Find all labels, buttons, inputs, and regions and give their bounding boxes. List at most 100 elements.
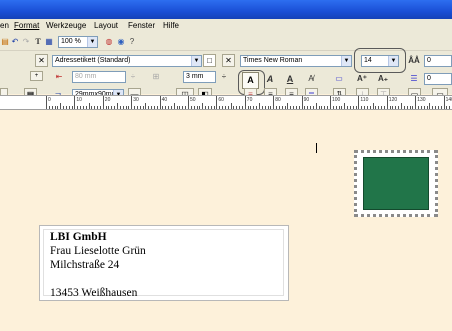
ruler-tick bbox=[159, 96, 161, 109]
width-spinner-icon[interactable]: ÷ bbox=[128, 70, 138, 83]
ruler-tick bbox=[298, 106, 300, 109]
ruler-tick bbox=[349, 106, 351, 109]
ruler-tick bbox=[210, 106, 212, 109]
image-tool-icon[interactable]: ▦ bbox=[44, 35, 54, 48]
ruler-tick bbox=[136, 106, 138, 109]
ruler-tick bbox=[284, 106, 286, 109]
text-tool-icon[interactable]: T bbox=[33, 35, 43, 48]
ruler-tick bbox=[230, 103, 232, 109]
offset-input[interactable]: 3 mm bbox=[183, 71, 216, 83]
horizontal-ruler[interactable]: 0 10 20 30 40 50 60 70 80 90 100 110 120 130 140 bbox=[0, 95, 452, 110]
undo-icon[interactable]: ↶ bbox=[10, 35, 20, 48]
menu-bar: en Format Werkzeuge Layout Fenster Hilfe bbox=[0, 19, 452, 32]
ruler-tick bbox=[65, 106, 67, 109]
ruler-tick bbox=[366, 106, 368, 109]
width-input[interactable]: 80 mm bbox=[72, 71, 126, 83]
ruler-tick bbox=[241, 106, 243, 109]
globe-icon[interactable]: ◉ bbox=[116, 35, 126, 48]
ruler-tick bbox=[94, 106, 96, 109]
ruler-tick bbox=[145, 103, 147, 109]
ruler-tick bbox=[176, 106, 178, 109]
ruler-tick bbox=[406, 106, 408, 109]
redo-icon[interactable]: ↷ bbox=[21, 35, 31, 48]
outline-text-icon[interactable]: A̸ bbox=[305, 72, 317, 85]
color-wheel-icon[interactable]: ◍ bbox=[104, 35, 114, 48]
ruler-tick bbox=[381, 106, 383, 109]
ruler-tick bbox=[423, 106, 425, 109]
superscript-icon[interactable]: A⁺ bbox=[356, 72, 368, 85]
ruler-tick bbox=[383, 106, 385, 109]
ruler-tick bbox=[321, 106, 323, 109]
ruler-tick bbox=[57, 106, 59, 109]
ruler-tick bbox=[99, 106, 101, 109]
ruler-tick bbox=[134, 106, 136, 109]
offset-spinner-icon[interactable]: ÷ bbox=[219, 70, 229, 83]
ruler-tick bbox=[270, 106, 272, 109]
ruler-tick bbox=[190, 106, 192, 109]
ruler-tick bbox=[48, 106, 50, 109]
ruler-tick bbox=[102, 96, 104, 109]
ruler-tick bbox=[352, 106, 354, 109]
ruler-tick bbox=[71, 106, 73, 109]
underline-icon[interactable]: A bbox=[284, 72, 296, 85]
ruler-tick bbox=[338, 106, 340, 109]
ruler-tick bbox=[224, 106, 226, 109]
ruler-tick bbox=[301, 96, 303, 109]
special-char-icon[interactable]: ▭ bbox=[333, 72, 345, 85]
close-format-icon[interactable]: ✕ bbox=[222, 54, 235, 67]
spacing-bottom-input[interactable]: 0 bbox=[424, 73, 452, 85]
ruler-tick bbox=[375, 106, 377, 109]
spacing-top-input[interactable]: 0 bbox=[424, 55, 452, 67]
ruler-tick bbox=[295, 106, 297, 109]
ruler-mark-label: 50 bbox=[190, 97, 196, 103]
address-city: 13453 Weißhausen bbox=[50, 287, 138, 299]
ruler-tick bbox=[364, 106, 366, 109]
line-spacing-icon[interactable]: ☰ bbox=[408, 72, 420, 85]
close-icon[interactable]: ✕ bbox=[35, 54, 48, 67]
font-size-grow-icon[interactable]: ÂÅ bbox=[408, 54, 420, 67]
subscript-icon[interactable]: A₊ bbox=[377, 72, 389, 85]
ruler-tick bbox=[386, 96, 388, 109]
font-size-highlight bbox=[354, 48, 406, 73]
menu-hilfe[interactable]: Hilfe bbox=[163, 21, 179, 30]
ruler-tick bbox=[170, 106, 172, 109]
menu-format[interactable]: Format bbox=[14, 21, 39, 30]
ruler-tick bbox=[318, 106, 320, 109]
menu-werkzeuge[interactable]: Werkzeuge bbox=[46, 21, 86, 30]
ruler-tick bbox=[139, 106, 141, 109]
ruler-tick bbox=[372, 103, 374, 109]
help-pointer-icon[interactable]: ? bbox=[127, 35, 137, 48]
label-type-select[interactable]: Adressetikett (Standard) ▼ bbox=[52, 55, 202, 67]
stamp-image[interactable] bbox=[363, 157, 429, 210]
paste-icon[interactable]: ▤ bbox=[0, 35, 10, 48]
grid-icon[interactable]: ⊞ bbox=[150, 70, 162, 83]
ruler-tick bbox=[403, 106, 405, 109]
ruler-tick bbox=[188, 96, 189, 109]
ruler-tick bbox=[205, 106, 207, 109]
ruler-tick bbox=[290, 106, 292, 109]
font-select[interactable]: Times New Roman ▼ bbox=[240, 55, 352, 67]
ruler-tick bbox=[415, 96, 417, 109]
ruler-tick bbox=[332, 106, 334, 109]
italic-icon[interactable]: A bbox=[264, 72, 276, 85]
frame-button[interactable]: □ bbox=[203, 54, 216, 67]
address-street: Milchstraße 24 bbox=[50, 259, 120, 271]
zoom-select[interactable]: 100 % ▼ bbox=[58, 36, 98, 48]
ruler-tick bbox=[239, 106, 241, 109]
ruler-tick bbox=[420, 106, 422, 109]
ruler-tick bbox=[276, 106, 278, 109]
ruler-tick bbox=[162, 106, 164, 109]
ruler-tick bbox=[165, 106, 167, 109]
address-company: LBI GmbH bbox=[50, 231, 107, 243]
ruler-tick bbox=[395, 106, 397, 109]
menu-edit-partial[interactable]: en bbox=[0, 21, 9, 30]
ruler-tick bbox=[429, 103, 431, 109]
ruler-tick bbox=[341, 106, 343, 109]
menu-fenster[interactable]: Fenster bbox=[128, 21, 155, 30]
menu-layout[interactable]: Layout bbox=[94, 21, 118, 30]
zoom-value: 100 % bbox=[61, 38, 81, 45]
spin-up-icon[interactable]: + bbox=[30, 71, 43, 81]
ruler-tick bbox=[51, 106, 53, 109]
ruler-tick bbox=[418, 106, 420, 109]
ruler-tick bbox=[219, 106, 221, 109]
